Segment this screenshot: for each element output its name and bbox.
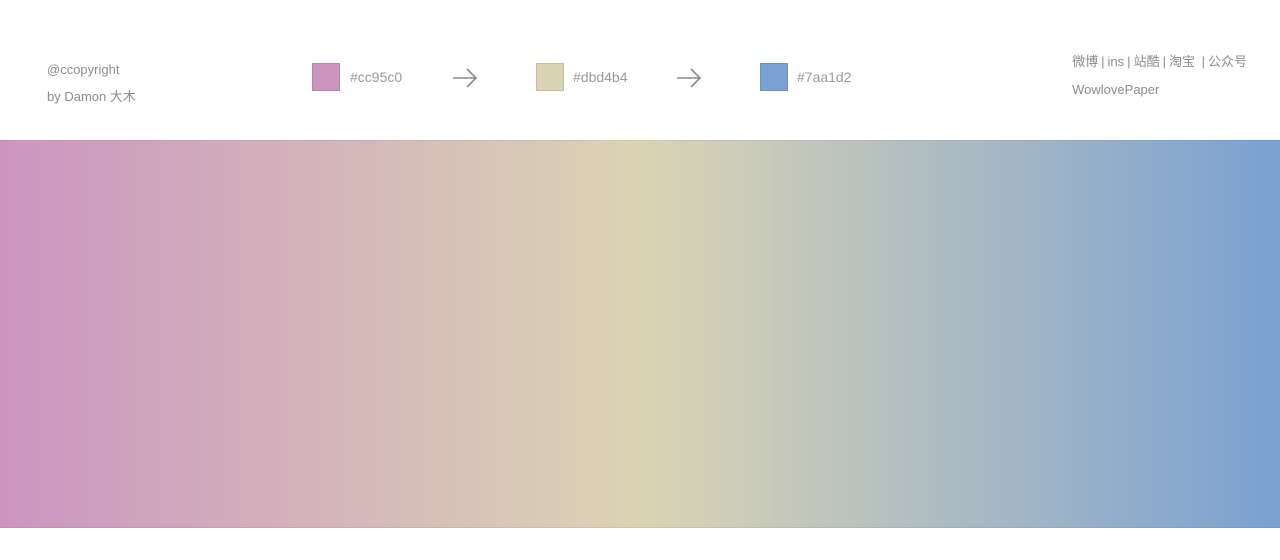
hex-label-start: #cc95c0 [350, 69, 403, 85]
brand-name: WowlovePaper [1072, 82, 1160, 97]
social-link-weibo[interactable]: 微博 [1072, 54, 1098, 69]
arrow-right-icon [451, 65, 479, 91]
social-link-taobao[interactable]: 淘宝 [1169, 54, 1195, 69]
color-swatch-middle [536, 63, 564, 91]
social-links: 微博 | ins | 站酷 | 淘宝 | 公众号 [1072, 54, 1247, 69]
social-block: 微博 | ins | 站酷 | 淘宝 | 公众号 WowlovePaper [1072, 48, 1247, 104]
hex-label-middle: #dbd4b4 [573, 69, 628, 85]
color-swatch-start [312, 63, 340, 91]
social-link-ins[interactable]: ins [1108, 54, 1125, 69]
social-link-zcool[interactable]: 站酷 [1134, 54, 1160, 69]
arrow-right-icon [675, 65, 703, 91]
gradient-band [0, 140, 1280, 528]
hex-label-end: #7aa1d2 [797, 69, 852, 85]
social-link-wechat[interactable]: 公众号 [1208, 54, 1247, 69]
color-swatch-end [760, 63, 788, 91]
